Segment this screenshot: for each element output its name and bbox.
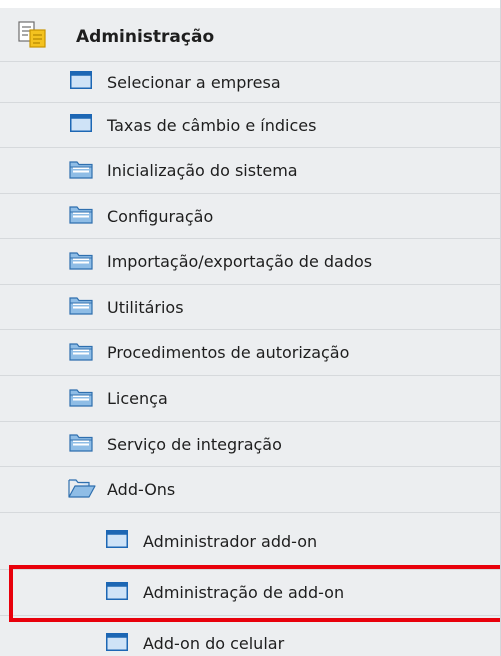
- menu-item-licenca[interactable]: Licença: [0, 376, 500, 422]
- window-icon: [106, 581, 128, 604]
- menu-item-add-on-do-celular[interactable]: Add-on do celular: [0, 626, 500, 656]
- window-icon: [106, 530, 128, 552]
- window-icon: [70, 71, 92, 93]
- folder-icon: [69, 250, 93, 274]
- menu-item-administrador-add-on[interactable]: Administrador add-on: [0, 513, 500, 570]
- folder-icon: [69, 341, 93, 365]
- window-icon: [70, 114, 92, 136]
- menu-item-taxas-de-cambio[interactable]: Taxas de câmbio e índices: [0, 103, 500, 148]
- folder-icon: [69, 159, 93, 183]
- menu-item-label: Serviço de integração: [107, 434, 282, 454]
- module-icon: [18, 20, 48, 53]
- menu-item-configuracao[interactable]: Configuração: [0, 194, 500, 239]
- menu-item-procedimentos-de-autorizacao[interactable]: Procedimentos de autorização: [0, 330, 500, 376]
- folder-icon: [69, 204, 93, 228]
- menu-item-label: Administração de add-on: [143, 583, 345, 602]
- open-folder-icon: [68, 478, 96, 502]
- menu-title: Administração: [76, 26, 215, 47]
- folder-icon: [69, 387, 93, 411]
- menu-item-label: Inicialização do sistema: [107, 161, 298, 180]
- menu-item-label: Selecionar a empresa: [107, 72, 281, 92]
- menu-item-label: Administrador add-on: [143, 531, 318, 551]
- menu-item-add-ons[interactable]: Add-Ons: [0, 467, 500, 513]
- menu-item-label: Importação/exportação de dados: [107, 252, 373, 271]
- menu-item-label: Taxas de câmbio e índices: [107, 115, 317, 135]
- menu-item-label: Licença: [107, 389, 168, 408]
- window-icon: [106, 633, 128, 655]
- navigation-panel: Administração Selecionar a empresa Taxas…: [0, 0, 501, 656]
- menu-item-inicializacao-do-sistema[interactable]: Inicialização do sistema: [0, 148, 500, 194]
- folder-icon: [69, 295, 93, 319]
- menu-item-label: Procedimentos de autorização: [107, 343, 350, 362]
- folder-icon: [69, 432, 93, 456]
- menu-item-importacao-exportacao[interactable]: Importação/exportação de dados: [0, 239, 500, 285]
- menu-header-administracao[interactable]: Administração: [0, 12, 500, 62]
- menu-item-label: Utilitários: [107, 297, 184, 317]
- menu-item-label: Configuração: [107, 206, 214, 226]
- menu-item-administracao-de-add-on[interactable]: Administração de add-on: [0, 570, 500, 616]
- menu-item-label: Add-Ons: [107, 480, 176, 499]
- menu-item-label: Add-on do celular: [143, 634, 285, 653]
- menu-item-utilitarios[interactable]: Utilitários: [0, 285, 500, 330]
- menu-item-servico-de-integracao[interactable]: Serviço de integração: [0, 422, 500, 467]
- top-strip: [0, 0, 500, 8]
- menu-item-selecionar-a-empresa[interactable]: Selecionar a empresa: [0, 62, 500, 103]
